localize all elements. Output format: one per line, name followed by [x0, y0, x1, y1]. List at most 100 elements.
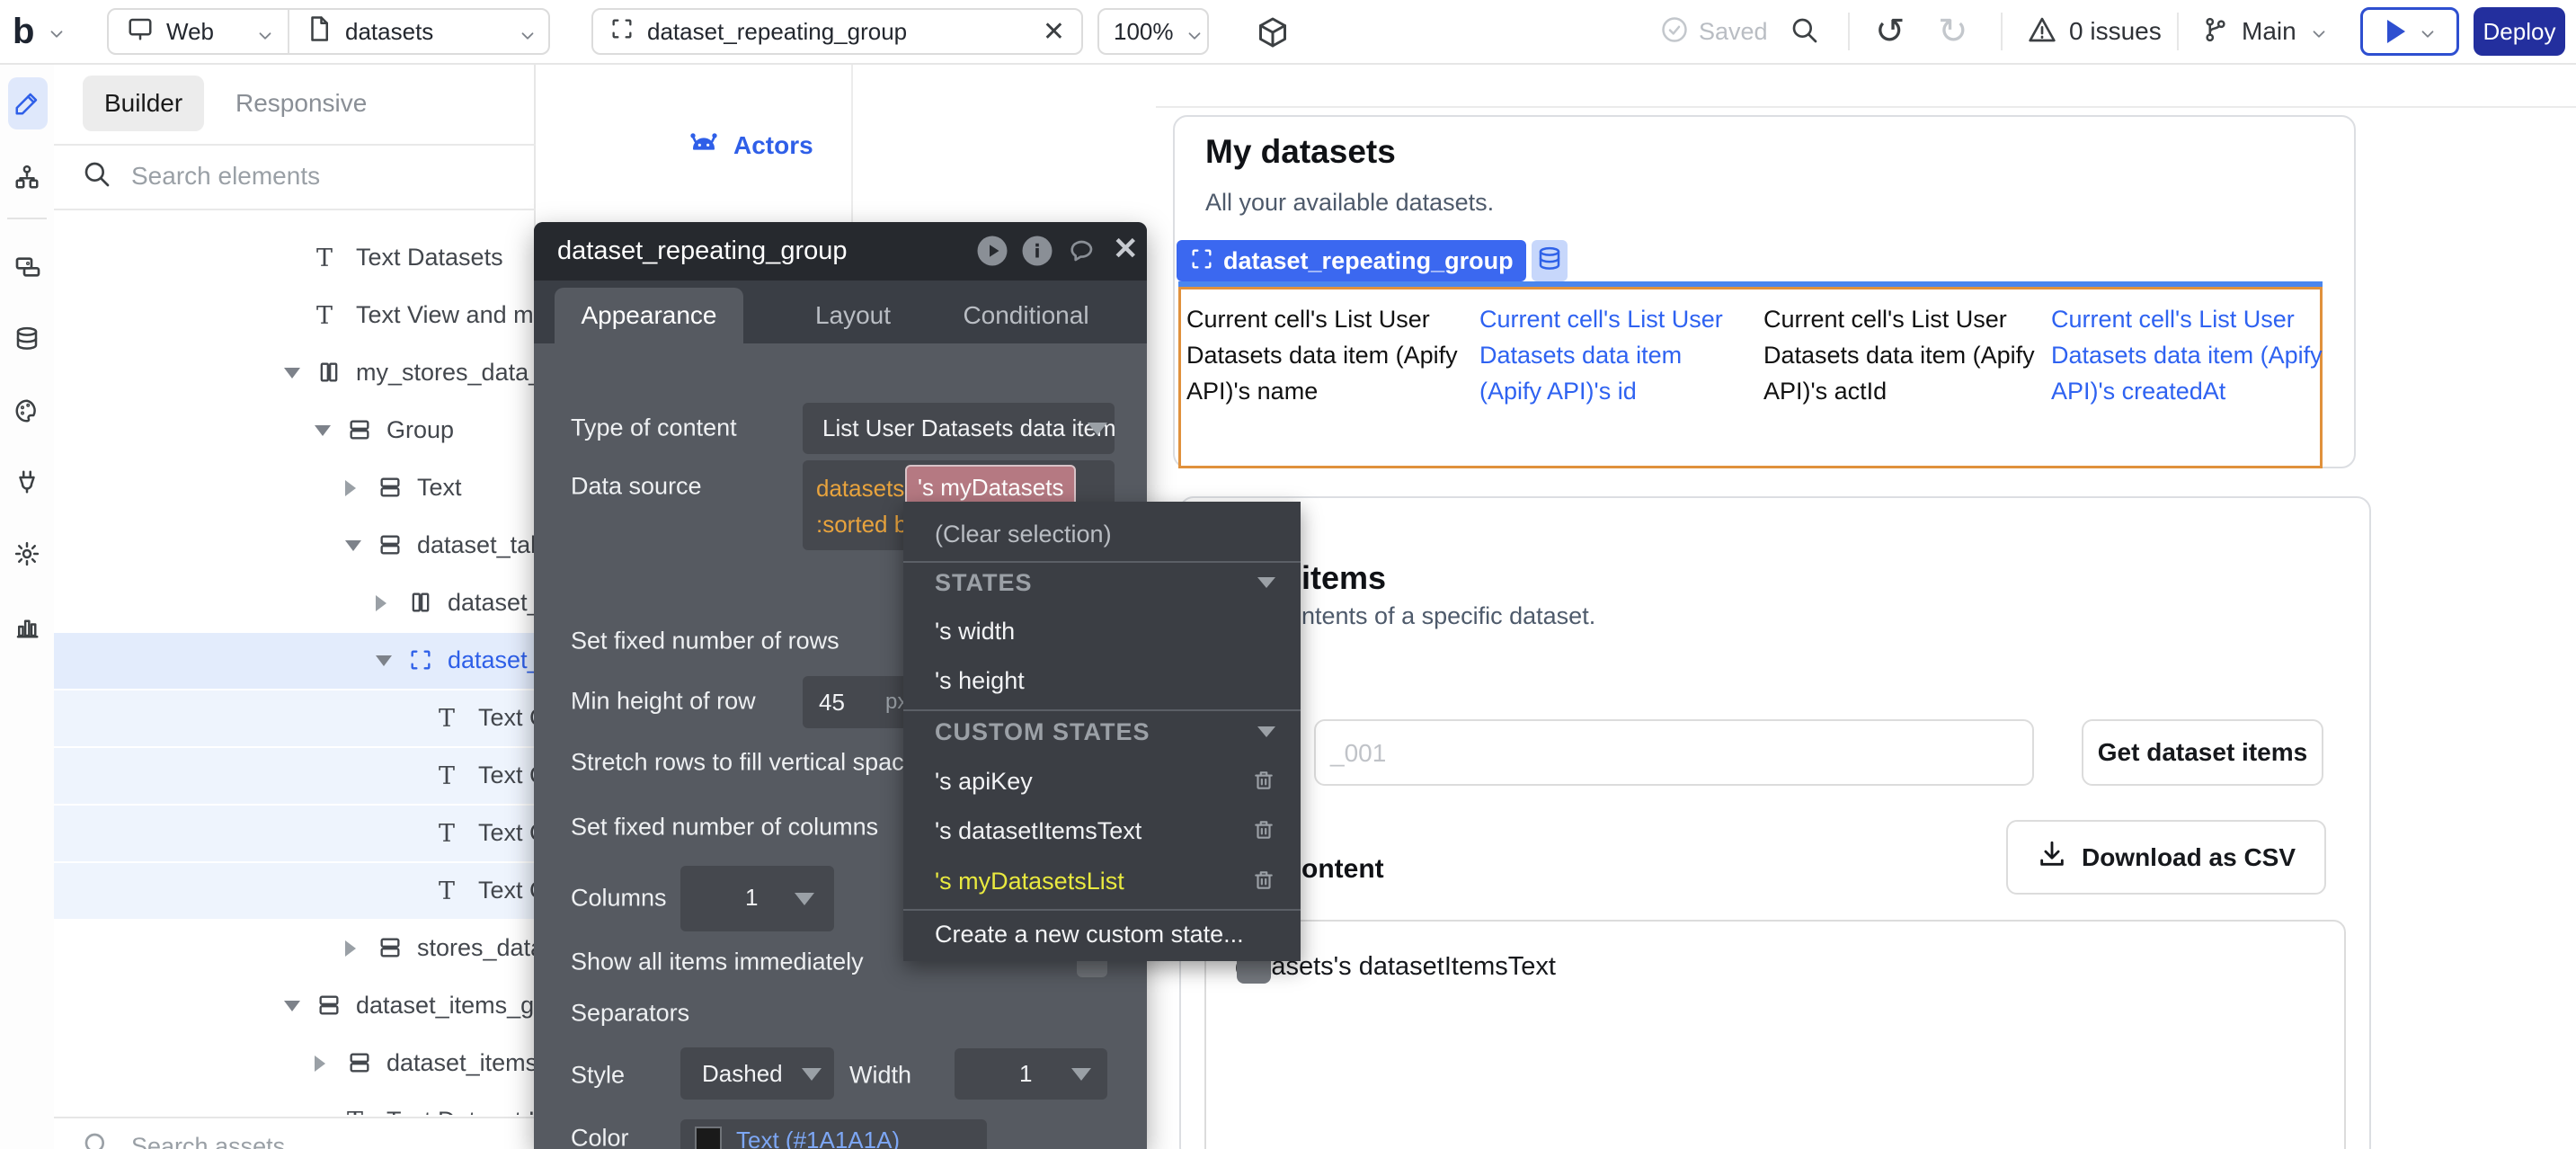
expand-arrow-icon[interactable]	[345, 540, 361, 551]
type-of-content-select[interactable]: List User Datasets data item	[803, 403, 1115, 454]
plugins-icon[interactable]	[13, 468, 40, 495]
collapse-arrow-icon[interactable]	[315, 1055, 325, 1072]
dataset-content-box: datasets's datasetItemsText	[1204, 920, 2346, 1149]
popup-header[interactable]: dataset_repeating_group ✕	[534, 222, 1147, 281]
undo-icon[interactable]: ↺	[1875, 11, 1905, 52]
cell-expression-text[interactable]: Current cell's List User Datasets data i…	[1763, 301, 2040, 409]
tree-item-label: Text Cu...	[478, 762, 536, 789]
group-element-icon	[316, 993, 342, 1024]
dropdown-item--s-width[interactable]: 's width	[903, 608, 1301, 655]
comment-icon[interactable]	[1066, 235, 1095, 268]
edit-pencil-icon[interactable]	[13, 90, 40, 117]
database-icon[interactable]	[13, 325, 40, 352]
cell-expression-text[interactable]: Current cell's List User Datasets data i…	[1186, 301, 1474, 409]
tree-item-stores-data-b-[interactable]: stores_data_b...	[54, 921, 536, 976]
tree-item-text-cu-[interactable]: T Text Cu...	[54, 748, 536, 804]
zoom-selector[interactable]: 100%	[1097, 8, 1209, 55]
components-icon[interactable]	[13, 253, 40, 280]
canvas-section-divider	[851, 63, 853, 222]
trash-icon[interactable]	[1252, 868, 1275, 898]
collapse-arrow-icon[interactable]	[345, 940, 356, 957]
dropdown-section-states[interactable]: STATES	[903, 559, 1301, 606]
download-csv-button[interactable]: Download as CSV	[2006, 820, 2326, 895]
dropdown-label: 's width	[935, 618, 1015, 646]
play-circle-icon[interactable]	[976, 235, 1008, 272]
branch-selector[interactable]: Main	[2202, 14, 2323, 49]
dropdown-section-custom-states[interactable]: CUSTOM STATES	[903, 708, 1301, 755]
popup-tab-layout[interactable]: Layout	[768, 288, 938, 343]
tree-item-text-dataset-id[interactable]: TText Dataset ID	[54, 1093, 536, 1115]
element-tab[interactable]: dataset_repeating_group ✕	[591, 8, 1083, 55]
panel-tab-responsive[interactable]: Responsive	[214, 76, 388, 131]
separator-width-select[interactable]: 1	[955, 1048, 1107, 1100]
git-branch-icon	[2202, 16, 2229, 48]
dataset-id-input[interactable]: _001	[1314, 719, 2034, 786]
search-icon[interactable]	[1790, 16, 1819, 49]
device-selector[interactable]: Web	[109, 10, 288, 53]
app-menu[interactable]: b	[13, 9, 61, 54]
info-icon[interactable]	[1021, 235, 1053, 272]
dropdown-item--s-datasetitemstext[interactable]: 's datasetItemsText	[903, 807, 1301, 854]
issues-indicator[interactable]: 0 issues	[2028, 14, 2162, 49]
element-tree-icon[interactable]	[13, 164, 40, 191]
tree-item-text-cu-[interactable]: TText Cu...	[54, 806, 536, 861]
expand-arrow-icon[interactable]	[284, 368, 300, 379]
expand-arrow-icon[interactable]	[376, 655, 392, 666]
expand-arrow-icon[interactable]	[284, 1001, 300, 1011]
tree-item-dataset-items-group[interactable]: dataset_items_group	[54, 978, 536, 1034]
dropdown-item--s-mydatasetslist[interactable]: 's myDatasetsList	[903, 858, 1301, 904]
tree-item-dataset-re-[interactable]: dataset_re...	[54, 633, 536, 689]
collapse-arrow-icon[interactable]	[345, 480, 356, 496]
close-icon[interactable]: ✕	[1113, 231, 1139, 267]
tree-item-text-view-and-mana-[interactable]: TText View and mana...	[54, 288, 536, 343]
trash-icon[interactable]	[1252, 818, 1275, 848]
actors-nav-item[interactable]: Actors	[687, 128, 813, 164]
tree-item-label: Text Datasets	[356, 244, 503, 272]
dropdown-item--clear-selection-[interactable]: (Clear selection)	[903, 511, 1301, 557]
cell-expression-text[interactable]: Current cell's List User Datasets data i…	[1479, 301, 1749, 409]
redo-icon[interactable]: ↻	[1938, 11, 1968, 52]
dropdown-item--s-height[interactable]: 's height	[903, 657, 1301, 704]
popup-tab-conditional[interactable]: Conditional	[929, 288, 1123, 343]
tree-item-text-cu-[interactable]: TText Cu...	[54, 863, 536, 919]
design-palette-icon[interactable]	[13, 397, 40, 424]
branch-label: Main	[2242, 17, 2296, 46]
data-source-chip[interactable]	[1532, 240, 1568, 281]
component-library-icon[interactable]	[1257, 16, 1289, 53]
popup-tab-appearance[interactable]: Appearance	[555, 288, 743, 343]
my-datasets-subtitle: All your available datasets.	[1205, 189, 1494, 217]
selected-element-chip-label: dataset_repeating_group	[1223, 247, 1514, 275]
trash-icon[interactable]	[1252, 769, 1275, 798]
deploy-button[interactable]: Deploy	[2474, 7, 2565, 56]
tree-item-dataset-table-[interactable]: dataset_table...	[54, 518, 536, 574]
expand-arrow-icon[interactable]	[315, 425, 331, 436]
separator-style-select[interactable]: Dashed	[680, 1047, 834, 1100]
tree-item-dataset-items-title[interactable]: dataset_items_title	[54, 1036, 536, 1091]
tree-item-my-stores-data-table[interactable]: my_stores_data_table	[54, 345, 536, 401]
tree-item-text-datasets[interactable]: TText Datasets	[54, 230, 536, 286]
cell-expression-text[interactable]: Current cell's List User Datasets data i…	[2051, 301, 2335, 409]
page-selector[interactable]: datasets	[289, 10, 548, 53]
dropdown-label: 's apiKey	[935, 768, 1033, 796]
dropdown-item-create-a-new-custom-state-[interactable]: Create a new custom state...	[903, 911, 1301, 958]
search-assets-row[interactable]: Search assets	[54, 1117, 536, 1149]
tree-item-text[interactable]: Text	[54, 460, 536, 516]
show-all-items-label: Show all items immediately	[571, 949, 864, 976]
collapse-arrow-icon[interactable]	[376, 595, 386, 611]
search-elements-row[interactable]: Search elements	[54, 146, 536, 209]
charts-icon[interactable]	[13, 613, 40, 640]
separator-color-picker[interactable]: Text (#1A1A1A)	[680, 1119, 987, 1149]
panel-tab-builder[interactable]: Builder	[83, 76, 204, 131]
selected-element-chip[interactable]: dataset_repeating_group	[1177, 240, 1568, 281]
preview-button[interactable]	[2360, 7, 2459, 56]
get-dataset-items-button[interactable]: Get dataset items	[2082, 719, 2323, 786]
tree-item-dataset-ta-[interactable]: dataset_ta...	[54, 575, 536, 631]
text-element-icon: T	[439, 762, 455, 790]
tree-item-group[interactable]: Group	[54, 403, 536, 459]
tree-item-text-cu-[interactable]: TText Cu...	[54, 690, 536, 746]
close-icon[interactable]: ✕	[1043, 16, 1065, 48]
repeating-group-icon	[609, 16, 635, 48]
settings-gear-icon[interactable]	[13, 540, 40, 567]
dropdown-item--s-apikey[interactable]: 's apiKey	[903, 758, 1301, 805]
columns-select[interactable]: 1	[680, 866, 834, 931]
